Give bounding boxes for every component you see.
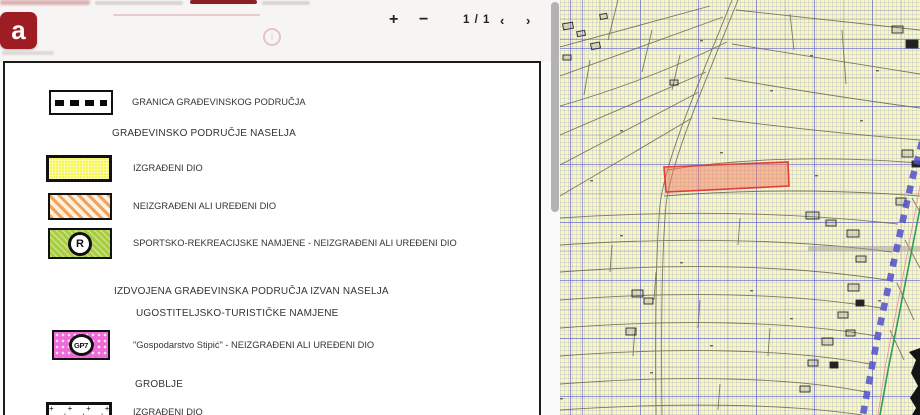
map-overlay	[560, 0, 920, 415]
legend-symbol-tourism: GP7	[52, 330, 110, 360]
highlighted-parcel[interactable]	[663, 161, 790, 193]
legend-symbol-unbuilt-serviced	[48, 193, 112, 220]
faded-nav-text	[262, 1, 310, 5]
info-circle-icon[interactable]: i	[263, 28, 281, 46]
legend-heading: GRAĐEVINSKO PODRUČJE NASELJA	[112, 128, 296, 139]
building-footprints	[562, 12, 920, 393]
header-divider	[113, 14, 260, 16]
construction-boundary-dashed-line	[859, 141, 920, 415]
legend-label: IZGRAĐENI DIO	[133, 163, 203, 173]
legend-label: NEIZGRAĐENI ALI UREĐENI DIO	[133, 201, 277, 211]
scan-black-corner	[909, 348, 920, 415]
legend-symbol-built	[46, 155, 112, 182]
page-indicator: 1 / 1	[463, 14, 491, 26]
faded-caption-text	[2, 51, 54, 55]
zoom-in-button[interactable]: +	[389, 11, 398, 29]
gp7-badge-icon: GP7	[68, 334, 94, 356]
app-window: a i + − 1 / 1 ‹ › GRANICA GRAĐEVINSKOG P…	[0, 0, 920, 415]
prev-page-button[interactable]: ‹	[500, 13, 504, 28]
faded-nav-text	[95, 1, 183, 5]
faded-header-text	[0, 0, 90, 5]
logo-letter: a	[11, 15, 26, 45]
r-badge-icon: R	[68, 231, 92, 256]
parcel-lines	[560, 0, 920, 415]
legend-label: SPORTSKO-REKREACIJSKE NAMJENE - NEIZGRAĐ…	[133, 238, 457, 248]
cadastral-map[interactable]	[560, 0, 920, 415]
legend-symbol-boundary	[49, 90, 113, 115]
site-header: a i	[0, 0, 560, 61]
legend-heading: GROBLJE	[135, 379, 184, 390]
zoom-out-button[interactable]: −	[419, 11, 428, 29]
legend-symbol-cemetery: + + + + + + + +	[46, 402, 112, 415]
legend-label: GRANICA GRAĐEVINSKOG PODRUČJA	[132, 97, 306, 107]
legend-subheading: UGOSTITELJSKO-TURISTIČKE NAMJENE	[136, 308, 339, 319]
dashed-line-glyph	[55, 99, 107, 106]
gray-band	[808, 246, 920, 251]
legend-label: IZGRAĐENI DIO	[133, 407, 203, 415]
legend-heading: IZDVOJENA GRAĐEVINSKA PODRUČJA IZVAN NAS…	[114, 286, 389, 297]
next-page-button[interactable]: ›	[526, 13, 530, 28]
active-nav-underline	[190, 0, 257, 4]
legend-page: GRANICA GRAĐEVINSKOG PODRUČJA GRAĐEVINSK…	[3, 61, 541, 415]
legend-label: "Gospodarstvo Stipić" - NEIZGRAĐENI ALI …	[133, 340, 375, 350]
vertical-scrollbar-thumb[interactable]	[551, 2, 559, 212]
site-logo[interactable]: a	[0, 12, 37, 49]
legend-symbol-sport-recreation: R	[48, 228, 112, 259]
parcel-number-marks	[560, 40, 893, 400]
